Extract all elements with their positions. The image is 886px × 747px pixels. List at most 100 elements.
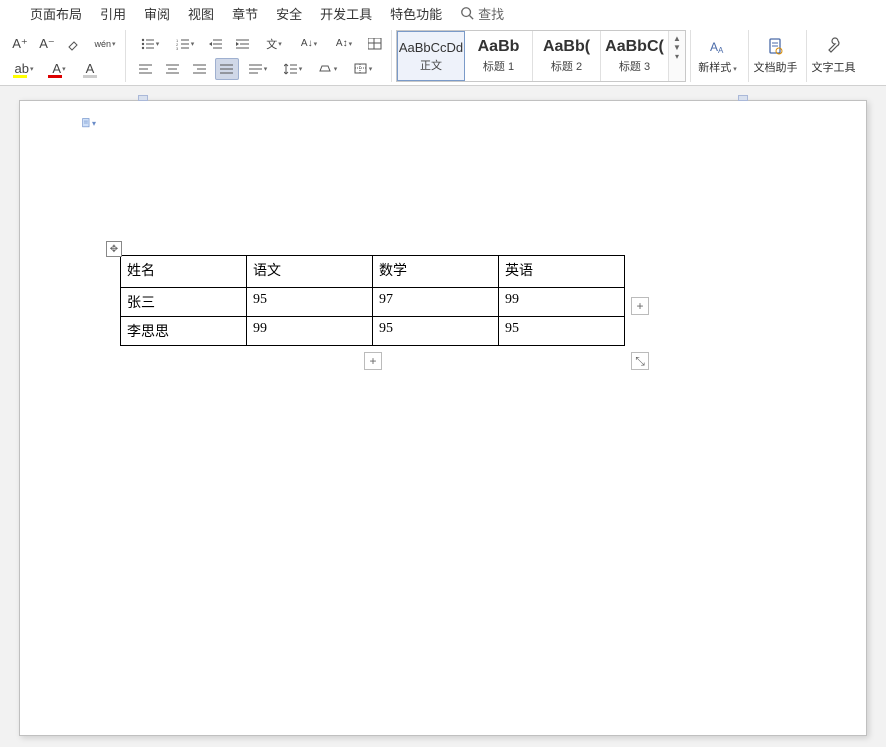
- line-spacing-button[interactable]: ▾: [277, 58, 309, 80]
- scroll-down-icon[interactable]: ▼: [673, 43, 681, 52]
- table-cell[interactable]: 99: [499, 288, 625, 317]
- text-direction-button[interactable]: 文▾: [258, 33, 290, 55]
- table-icon: [368, 38, 382, 50]
- style-preview: AaBbC(: [605, 38, 664, 56]
- change-case-button[interactable]: A↓▾: [293, 33, 325, 55]
- document-table[interactable]: 姓名 语文 数学 英语 张三 95 97 99 李思思 99 95 95: [120, 255, 625, 346]
- style-label: 标题 2: [551, 58, 582, 74]
- scroll-up-icon[interactable]: ▲: [673, 34, 681, 43]
- align-left-button[interactable]: [134, 58, 158, 80]
- search-box[interactable]: 查找: [460, 4, 504, 23]
- grow-font-button[interactable]: A⁺: [8, 33, 32, 55]
- style-label: 标题 3: [619, 58, 650, 74]
- style-preview: AaBb: [478, 38, 520, 56]
- menu-bar: 页面布局 引用 审阅 视图 章节 安全 开发工具 特色功能 查找: [0, 0, 886, 26]
- clear-format-button[interactable]: [62, 33, 86, 55]
- table-cell[interactable]: 99: [247, 317, 373, 346]
- style-label: 标题 1: [483, 58, 514, 74]
- header-cell[interactable]: 姓名: [121, 256, 247, 288]
- increase-indent-button[interactable]: [231, 33, 255, 55]
- svg-text:A: A: [718, 46, 724, 55]
- style-gallery: AaBbCcDd 正文 AaBb 标题 1 AaBb( 标题 2 AaBbC( …: [396, 30, 686, 82]
- menu-references[interactable]: 引用: [100, 4, 126, 23]
- header-cell[interactable]: 英语: [499, 256, 625, 288]
- font-group: A⁺ A⁻ wén▾ ab▾ A▾ A: [4, 30, 126, 82]
- page-tag-icon[interactable]: ▾: [82, 115, 96, 131]
- style-heading1[interactable]: AaBb 标题 1: [465, 31, 533, 81]
- insert-table-button[interactable]: [363, 33, 387, 55]
- svg-text:A: A: [710, 40, 718, 54]
- ribbon-toolbar: A⁺ A⁻ wén▾ ab▾ A▾ A ▾ 123▾ 文▾ A↓▾ A↕▾: [0, 26, 886, 86]
- new-style-icon: AA: [708, 37, 728, 57]
- table-header-row[interactable]: 姓名 语文 数学 英语: [121, 256, 625, 288]
- add-column-button[interactable]: +: [631, 297, 649, 315]
- eraser-icon: [67, 37, 81, 51]
- document-page[interactable]: ▾ ✥ 姓名 语文 数学 英语 张三 95 97 99 李思思: [19, 100, 867, 736]
- table-cell[interactable]: 95: [373, 317, 499, 346]
- shading-button[interactable]: ▾: [312, 58, 344, 80]
- borders-button[interactable]: ▾: [347, 58, 379, 80]
- gallery-scroll[interactable]: ▲ ▼ ▾: [669, 31, 685, 64]
- align-right-button[interactable]: [188, 58, 212, 80]
- add-row-button[interactable]: +: [364, 352, 382, 370]
- distribute-icon: [249, 63, 263, 75]
- document-area: ▾ ✥ 姓名 语文 数学 英语 张三 95 97 99 李思思: [0, 86, 886, 747]
- distribute-button[interactable]: ▾: [242, 58, 274, 80]
- menu-review[interactable]: 审阅: [144, 4, 170, 23]
- style-heading3[interactable]: AaBbC( 标题 3: [601, 31, 669, 81]
- document-table-wrap: ✥ 姓名 语文 数学 英语 张三 95 97 99 李思思 99 95: [120, 255, 625, 346]
- numbering-button[interactable]: 123▾: [169, 33, 201, 55]
- style-preview: AaBb(: [543, 38, 590, 56]
- doc-assist-label: 文档助手: [754, 59, 798, 75]
- sort-button[interactable]: A↕▾: [328, 33, 360, 55]
- paragraph-group: ▾ 123▾ 文▾ A↓▾ A↕▾ ▾ ▾ ▾ ▾: [130, 30, 392, 82]
- menu-security[interactable]: 安全: [276, 4, 302, 23]
- wrench-icon: [824, 37, 844, 57]
- ruler-left-marker[interactable]: [138, 95, 148, 101]
- char-shading-button[interactable]: A: [78, 58, 102, 80]
- menu-page-layout[interactable]: 页面布局: [30, 4, 82, 23]
- justify-button[interactable]: [215, 58, 239, 80]
- bullets-button[interactable]: ▾: [134, 33, 166, 55]
- text-tools-button[interactable]: 文字工具: [806, 30, 860, 82]
- table-move-handle[interactable]: ✥: [106, 241, 122, 257]
- table-cell[interactable]: 97: [373, 288, 499, 317]
- table-cell[interactable]: 95: [499, 317, 625, 346]
- style-normal[interactable]: AaBbCcDd 正文: [397, 31, 465, 81]
- borders-icon: [354, 63, 368, 75]
- doc-assist-icon: [766, 37, 786, 57]
- table-row[interactable]: 张三 95 97 99: [121, 288, 625, 317]
- header-cell[interactable]: 数学: [373, 256, 499, 288]
- justify-icon: [220, 63, 234, 75]
- phonetic-guide-button[interactable]: wén▾: [89, 33, 121, 55]
- align-center-button[interactable]: [161, 58, 185, 80]
- shrink-font-button[interactable]: A⁻: [35, 33, 59, 55]
- bucket-icon: [319, 63, 333, 75]
- text-tools-label: 文字工具: [812, 59, 856, 75]
- doc-assist-button[interactable]: 文档助手: [748, 30, 802, 82]
- header-cell[interactable]: 语文: [247, 256, 373, 288]
- align-left-icon: [139, 63, 153, 75]
- font-color-button[interactable]: A▾: [43, 58, 75, 80]
- table-cell[interactable]: 95: [247, 288, 373, 317]
- ruler-right-marker[interactable]: [738, 95, 748, 101]
- search-label: 查找: [478, 4, 504, 23]
- menu-chapter[interactable]: 章节: [232, 4, 258, 23]
- table-resize-handle[interactable]: ⤡: [631, 352, 649, 370]
- table-cell[interactable]: 张三: [121, 288, 247, 317]
- table-cell[interactable]: 李思思: [121, 317, 247, 346]
- numbering-icon: 123: [176, 38, 190, 50]
- menu-developer[interactable]: 开发工具: [320, 4, 372, 23]
- line-spacing-icon: [284, 63, 298, 75]
- menu-features[interactable]: 特色功能: [390, 4, 442, 23]
- style-label: 正文: [420, 57, 442, 73]
- gallery-expand-icon[interactable]: ▾: [675, 52, 679, 61]
- highlight-button[interactable]: ab▾: [8, 58, 40, 80]
- align-center-icon: [166, 63, 180, 75]
- outdent-icon: [209, 38, 223, 50]
- new-style-button[interactable]: AA 新样式 ▾: [690, 30, 744, 82]
- style-heading2[interactable]: AaBb( 标题 2: [533, 31, 601, 81]
- menu-view[interactable]: 视图: [188, 4, 214, 23]
- table-row[interactable]: 李思思 99 95 95: [121, 317, 625, 346]
- decrease-indent-button[interactable]: [204, 33, 228, 55]
